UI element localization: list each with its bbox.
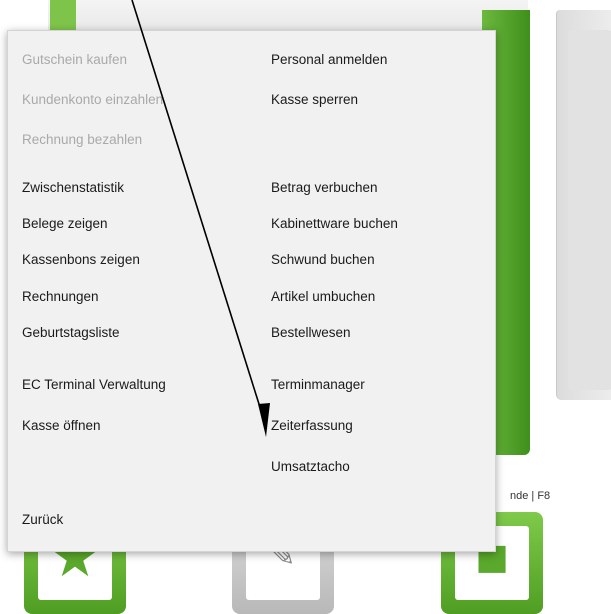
- annotation-arrow: [131, 0, 270, 437]
- arrow-shaft: [131, 0, 265, 421]
- arrow-head: [258, 403, 270, 437]
